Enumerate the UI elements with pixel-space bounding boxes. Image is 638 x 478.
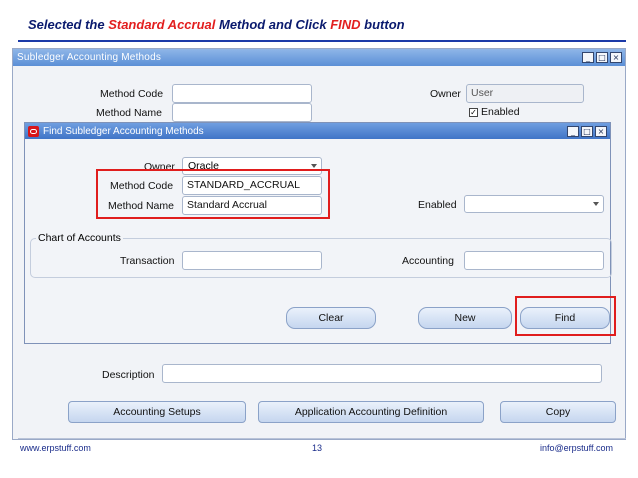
footer-page-number: 13 <box>312 443 323 453</box>
transaction-input[interactable] <box>182 251 322 270</box>
slide-title: Selected the Standard Accrual Method and… <box>0 0 638 44</box>
accounting-setups-button[interactable]: Accounting Setups <box>68 401 246 423</box>
enabled-checkbox[interactable]: ✓ <box>469 108 478 117</box>
outer-titlebar[interactable]: Subledger Accounting Methods _ □ × <box>13 49 625 66</box>
new-button[interactable]: New <box>418 307 512 329</box>
footer-website: www.erpstuff.com <box>20 443 91 453</box>
title-middle: Method and Click <box>215 17 331 32</box>
close-icon[interactable]: × <box>610 52 622 63</box>
title-highlight-method: Standard Accrual <box>108 17 216 32</box>
footer-email: info@erpstuff.com <box>540 443 614 453</box>
find-enabled-label: Enabled <box>418 199 457 211</box>
title-divider <box>18 40 626 42</box>
footer-divider <box>18 438 626 439</box>
outer-window-title: Subledger Accounting Methods <box>17 52 162 63</box>
close-icon[interactable]: × <box>595 125 607 137</box>
maximize-icon[interactable]: □ <box>581 125 593 137</box>
method-fields-highlight <box>96 169 330 219</box>
title-highlight-find: FIND <box>330 17 361 32</box>
chevron-down-icon <box>593 202 599 206</box>
description-label: Description <box>102 369 155 381</box>
title-prefix: Selected the <box>28 17 109 32</box>
find-window-title: Find Subledger Accounting Methods <box>43 125 204 137</box>
outer-method-code-input[interactable] <box>172 84 312 103</box>
slide-title-text: Selected the Standard Accrual Method and… <box>28 17 405 32</box>
title-suffix: button <box>360 17 405 32</box>
clear-button[interactable]: Clear <box>286 307 376 329</box>
minimize-icon[interactable]: _ <box>567 125 579 137</box>
accounting-input[interactable] <box>464 251 604 270</box>
outer-method-code-label: Method Code <box>100 88 164 100</box>
outer-owner-field: User <box>466 84 584 103</box>
application-accounting-definition-button[interactable]: Application Accounting Definition <box>258 401 484 423</box>
maximize-icon[interactable]: □ <box>596 52 608 63</box>
description-input[interactable] <box>162 364 602 383</box>
outer-method-name-label: Method Name <box>96 107 162 119</box>
outer-owner-label: Owner <box>430 88 461 100</box>
copy-button[interactable]: Copy <box>500 401 616 423</box>
chart-of-accounts-label: Chart of Accounts <box>36 232 123 244</box>
accounting-label: Accounting <box>402 255 454 267</box>
outer-enabled-label: Enabled <box>481 106 520 118</box>
inner-titlebar[interactable]: Find Subledger Accounting Methods _ □ × <box>25 123 610 139</box>
find-enabled-select[interactable] <box>464 195 604 213</box>
oracle-logo-icon <box>28 125 39 137</box>
transaction-label: Transaction <box>120 255 175 267</box>
minimize-icon[interactable]: _ <box>582 52 594 63</box>
chevron-down-icon <box>311 164 317 168</box>
find-button-highlight <box>515 296 616 336</box>
outer-method-name-input[interactable] <box>172 103 312 122</box>
